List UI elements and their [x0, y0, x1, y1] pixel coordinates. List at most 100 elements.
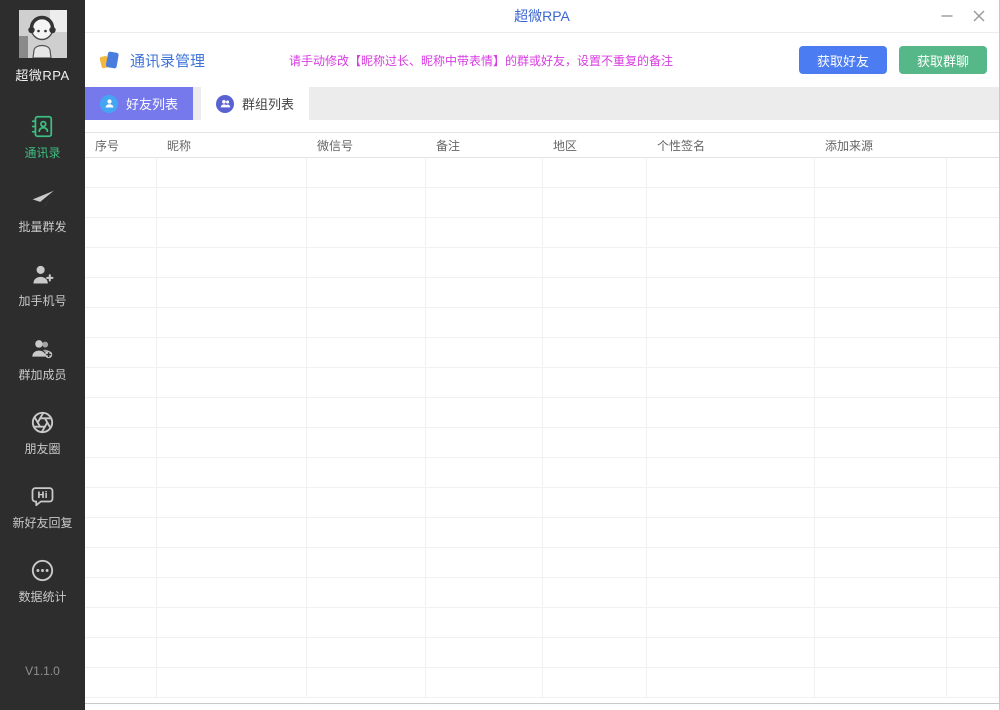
table-cell [647, 398, 815, 427]
table-cell [543, 518, 647, 547]
app-name: 超微RPA [15, 65, 69, 84]
sidebar-item-contacts[interactable]: 通讯录 [0, 114, 85, 161]
contacts-table: 序号昵称微信号备注地区个性签名添加来源 [85, 132, 999, 704]
table-cell [647, 338, 815, 367]
table-cell [815, 458, 947, 487]
table-cell [647, 218, 815, 247]
table-cell [157, 398, 307, 427]
sidebar-item-new-friend-reply[interactable]: Hi 新好友回复 [0, 484, 85, 531]
table-row [85, 278, 999, 308]
get-group-chats-button[interactable]: 获取群聊 [899, 46, 987, 74]
notice-text: 请手动修改【昵称过长、昵称中带表情】的群或好友，设置不重复的备注 [289, 52, 799, 69]
table-cell [947, 248, 999, 277]
person-add-icon [30, 262, 55, 287]
table-cell [543, 488, 647, 517]
header-actions: 获取好友 获取群聊 [799, 46, 987, 74]
tab-friends-list[interactable]: 好友列表 [85, 87, 193, 120]
table-cell [815, 188, 947, 217]
paper-plane-icon [30, 188, 55, 213]
table-cell [426, 368, 543, 397]
table-cell [426, 278, 543, 307]
table-cell [947, 158, 999, 187]
column-header: 添加来源 [815, 133, 947, 157]
table-cell [947, 458, 999, 487]
sidebar-item-bulk-send[interactable]: 批量群发 [0, 188, 85, 235]
app-logo-image [19, 10, 67, 58]
window-title: 超微RPA [514, 6, 570, 26]
version-label: V1.1.0 [25, 664, 60, 678]
table-cell [543, 248, 647, 277]
table-cell [307, 368, 426, 397]
table-cell [157, 578, 307, 607]
table-cell [85, 218, 157, 247]
table-cell [85, 188, 157, 217]
sidebar-item-moments[interactable]: 朋友圈 [0, 410, 85, 457]
table-cell [85, 458, 157, 487]
sidebar-item-label: 通讯录 [24, 144, 60, 161]
table-row [85, 188, 999, 218]
table-cell [947, 548, 999, 577]
table-cell [947, 308, 999, 337]
table-cell [426, 548, 543, 577]
table-cell [543, 368, 647, 397]
column-header: 昵称 [157, 133, 307, 157]
table-cell [307, 488, 426, 517]
group-icon [216, 95, 234, 113]
table-cell [543, 158, 647, 187]
table-row [85, 248, 999, 278]
table-cell [543, 458, 647, 487]
table-cell [85, 428, 157, 457]
table-cell [157, 338, 307, 367]
table-cell [815, 578, 947, 607]
table-cell [307, 188, 426, 217]
table-cell [815, 608, 947, 637]
table-cell [85, 518, 157, 547]
table-cell [307, 278, 426, 307]
column-header: 序号 [85, 133, 157, 157]
table-row [85, 608, 999, 638]
table-cell [543, 338, 647, 367]
app-window: 超微RPA 通讯录 [0, 0, 1000, 710]
table-row [85, 218, 999, 248]
table-cell [307, 518, 426, 547]
table-cell [85, 308, 157, 337]
page-header: 通讯录管理 请手动修改【昵称过长、昵称中带表情】的群或好友，设置不重复的备注 获… [85, 33, 999, 87]
column-header: 地区 [543, 133, 647, 157]
get-friends-button[interactable]: 获取好友 [799, 46, 887, 74]
close-button[interactable] [969, 6, 989, 26]
contacts-manage-icon [99, 49, 121, 71]
table-cell [947, 668, 999, 697]
table-cell [647, 278, 815, 307]
table-cell [815, 218, 947, 247]
table-cell [157, 668, 307, 697]
table-cell [426, 518, 543, 547]
table-cell [815, 368, 947, 397]
table-cell [85, 368, 157, 397]
table-cell [307, 158, 426, 187]
table-cell [426, 488, 543, 517]
table-cell [426, 218, 543, 247]
table-cell [647, 458, 815, 487]
table-cell [815, 488, 947, 517]
sidebar-item-statistics[interactable]: 数据统计 [0, 558, 85, 605]
table-cell [815, 428, 947, 457]
table-body [85, 158, 999, 703]
svg-text:Hi: Hi [37, 491, 47, 501]
table-cell [426, 638, 543, 667]
sidebar-item-group-add-member[interactable]: 群加成员 [0, 336, 85, 383]
table-cell [307, 308, 426, 337]
table-cell [307, 578, 426, 607]
table-cell [307, 638, 426, 667]
table-row [85, 488, 999, 518]
table-cell [157, 278, 307, 307]
minimize-button[interactable] [937, 6, 957, 26]
table-cell [85, 668, 157, 697]
table-cell [647, 188, 815, 217]
table-cell [157, 638, 307, 667]
tab-group-list[interactable]: 群组列表 [201, 87, 309, 120]
table-cell [157, 188, 307, 217]
table-cell [815, 398, 947, 427]
table-cell [426, 398, 543, 427]
sidebar-item-add-phone[interactable]: 加手机号 [0, 262, 85, 309]
table-cell [647, 668, 815, 697]
